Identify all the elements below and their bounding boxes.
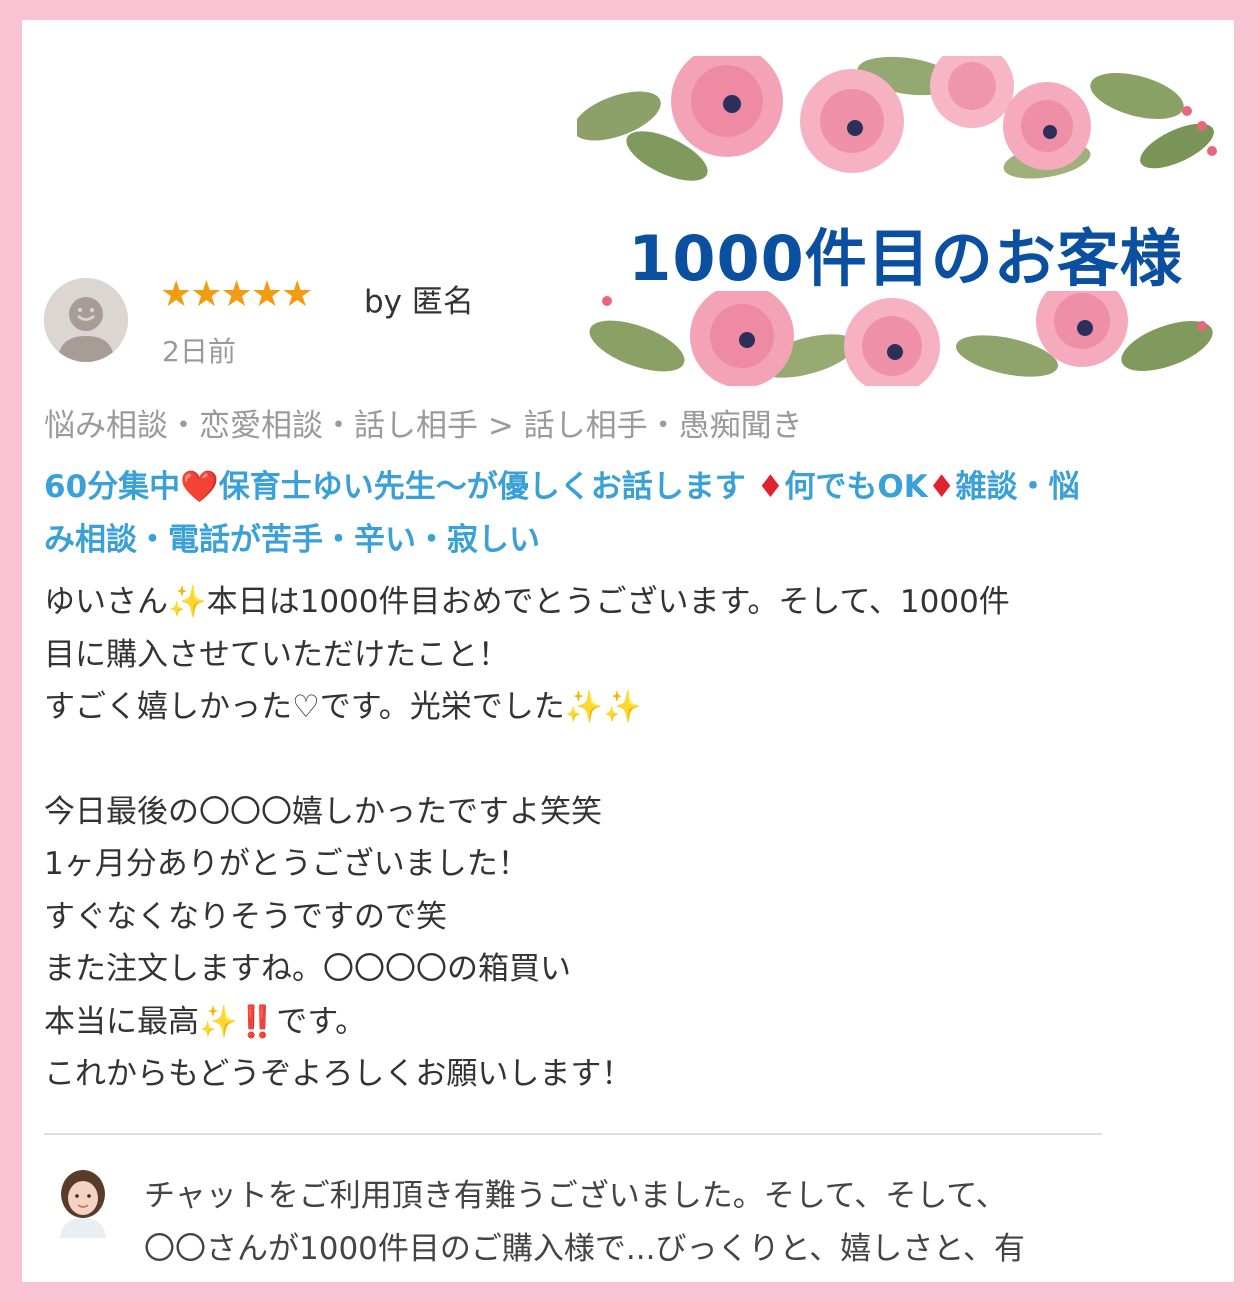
seller-reply: チャットをご利用頂き有難うございました。そして、そして、 〇〇さんが1000件目…: [144, 1170, 1104, 1276]
review-text: ゆいさん: [44, 584, 168, 620]
reply-line: 〇〇さんが1000件目のご購入様で...びっくりと、嬉しさと、有: [144, 1231, 1025, 1267]
rating-stars: ★★★★★: [160, 274, 313, 315]
seller-portrait-icon: [52, 1166, 114, 1238]
sparkles-icon: ✨: [603, 689, 642, 725]
reviewer-name: by 匿名: [364, 284, 474, 320]
review-text: 本当に最高: [44, 1003, 199, 1040]
review-text: 本日は1000件目おめでとうございます。そして、1000件: [206, 584, 1010, 620]
review-line: 本当に最高✨‼️です。: [44, 996, 1114, 1049]
service-category-breadcrumb[interactable]: 悩み相談・恋愛相談・話し相手 > 話し相手・愚痴聞き: [44, 400, 803, 445]
review-line: 1ヶ月分ありがとうございました！: [44, 846, 529, 882]
sparkles-icon: ✨: [564, 689, 604, 725]
review-text: です。: [276, 1003, 367, 1040]
milestone-banner: 1000件目のお客様: [577, 56, 1234, 386]
review-line: [44, 734, 1114, 786]
sparkles-icon: ✨: [168, 584, 207, 620]
divider: [44, 1133, 1102, 1135]
review-line: すぐなくなりそうですので笑: [44, 898, 447, 935]
review-line: すごく嬉しかった♡です。光栄でした✨✨: [44, 681, 1114, 734]
reviewer-avatar: [44, 278, 128, 362]
service-title-part: 保育士ゆい先生〜が優しくお話します: [218, 469, 757, 505]
diamond-icon: ♦: [756, 469, 785, 505]
diamond-icon: ♦: [927, 469, 956, 505]
seller-avatar: [52, 1166, 114, 1238]
banner-title: 1000件目のお客様: [628, 222, 1183, 295]
review-line: 今日最後の〇〇〇嬉しかったですよ笑笑: [44, 793, 602, 830]
service-title-part: 何でもOK: [784, 469, 928, 505]
review-text: すごく嬉しかった♡です。光栄でした: [44, 689, 565, 725]
review-body: ゆいさん✨本日は1000件目おめでとうございます。そして、1000件 目に購入さ…: [44, 576, 1114, 1101]
review-line: ゆいさん✨本日は1000件目おめでとうございます。そして、1000件: [44, 576, 1114, 629]
review-line: これからもどうぞよろしくお願いします！: [44, 1056, 633, 1092]
review-line: また注文しますね。〇〇〇〇の箱買い: [44, 951, 571, 987]
review-date: 2日前: [162, 335, 236, 368]
service-title-part: 60分集中: [44, 469, 181, 505]
reply-line: チャットをご利用頂き有難うございました。そして、そして、: [144, 1178, 1007, 1214]
service-title-link[interactable]: 60分集中❤️保育士ゆい先生〜が優しくお話します ♦何でもOK♦雑談・悩み相談・…: [44, 461, 1094, 567]
review-card: 1000件目のお客様 ★★★★★ by 匿名 2日前 悩み相談・恋愛相談・話し相…: [22, 20, 1234, 1282]
review-line: 目に購入させていただけたこと！: [44, 636, 509, 673]
sparkles-icon: ✨: [199, 1003, 238, 1040]
heart-icon: ❤️: [180, 469, 219, 505]
default-user-icon: [44, 278, 128, 362]
double-exclamation-icon: ‼️: [237, 1003, 277, 1040]
